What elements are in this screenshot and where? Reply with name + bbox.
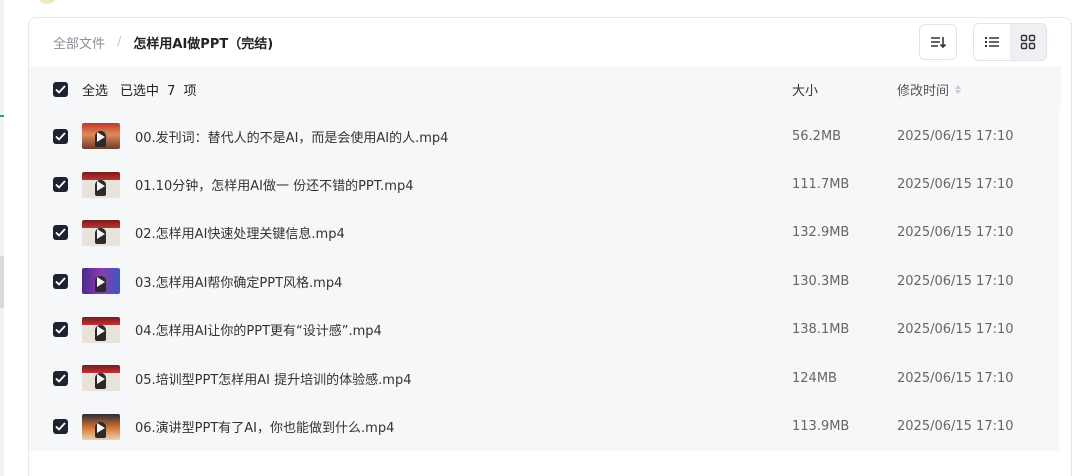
view-tools <box>919 23 1047 61</box>
row-checkbox[interactable] <box>53 177 68 193</box>
table-row[interactable]: 03.怎样用AI帮你确定PPT风格.mp4 130.3MB 2025/06/15… <box>29 257 1061 305</box>
video-thumbnail[interactable] <box>82 171 120 198</box>
row-checkbox[interactable] <box>53 322 68 338</box>
file-list-panel: 全部文件 / 怎样用AI做PPT（完结) 全选 已选中 7 项 大小 修改时间 … <box>28 17 1072 476</box>
file-name[interactable]: 01.10分钟，怎样用AI做一 份还不错的PPT.mp4 <box>135 175 413 194</box>
file-modified-time: 2025/06/15 17:10 <box>897 225 1014 241</box>
check-icon <box>55 228 66 238</box>
check-icon <box>55 374 66 383</box>
video-thumbnail[interactable] <box>82 365 120 392</box>
sort-caret-icon[interactable] <box>955 84 962 94</box>
list-view-icon <box>985 37 999 47</box>
row-checkbox[interactable] <box>53 225 68 241</box>
breadcrumb-root-link[interactable]: 全部文件 <box>53 33 105 52</box>
left-edge-marker <box>0 115 4 117</box>
file-name[interactable]: 03.怎样用AI帮你确定PPT风格.mp4 <box>135 272 342 291</box>
video-thumbnail[interactable] <box>82 219 120 246</box>
file-name[interactable]: 02.怎样用AI快速处理关键信息.mp4 <box>135 223 345 242</box>
row-checkbox[interactable] <box>53 419 68 435</box>
column-header-modified[interactable]: 修改时间 <box>897 80 962 99</box>
left-edge-strip <box>0 0 4 476</box>
file-name[interactable]: 06.演讲型PPT有了AI，你也能做到什么.mp4 <box>135 417 394 436</box>
file-modified-time: 2025/06/15 17:10 <box>897 370 1014 386</box>
sort-icon <box>931 37 947 49</box>
file-modified-time: 2025/06/15 17:10 <box>897 419 1014 435</box>
table-header: 全选 已选中 7 项 大小 修改时间 <box>29 66 1061 112</box>
check-icon <box>55 277 66 286</box>
table-row[interactable]: 01.10分钟，怎样用AI做一 份还不错的PPT.mp4 111.7MB 202… <box>29 160 1061 208</box>
file-modified-time: 2025/06/15 17:10 <box>897 322 1014 338</box>
grid-view-button[interactable] <box>1010 24 1046 60</box>
file-size: 130.3MB <box>792 273 850 289</box>
grid-view-icon <box>1020 34 1036 50</box>
table-row[interactable]: 04.怎样用AI让你的PPT更有“设计感”.mp4 138.1MB 2025/0… <box>29 306 1061 354</box>
video-thumbnail[interactable] <box>82 123 120 150</box>
file-list: 00.发刊词：替代人的不是AI，而是会使用AI的人.mp4 56.2MB 202… <box>29 112 1061 451</box>
left-edge-scroll-hint <box>0 256 4 308</box>
file-size: 124MB <box>792 370 837 386</box>
table-row[interactable]: 06.演讲型PPT有了AI，你也能做到什么.mp4 113.9MB 2025/0… <box>29 402 1061 450</box>
avatar-partial <box>36 0 58 4</box>
row-checkbox[interactable] <box>53 370 68 386</box>
check-icon <box>55 180 66 189</box>
file-name[interactable]: 04.怎样用AI让你的PPT更有“设计感”.mp4 <box>135 320 382 339</box>
breadcrumb-current-folder: 怎样用AI做PPT（完结) <box>133 36 274 52</box>
file-size: 113.9MB <box>792 419 850 435</box>
table-row[interactable]: 02.怎样用AI快速处理关键信息.mp4 132.9MB 2025/06/15 … <box>29 209 1061 257</box>
file-size: 132.9MB <box>792 225 850 241</box>
check-icon <box>55 132 66 141</box>
select-all-checkbox[interactable] <box>53 81 68 97</box>
view-toggle <box>973 23 1047 61</box>
table-row[interactable]: 00.发刊词：替代人的不是AI，而是会使用AI的人.mp4 56.2MB 202… <box>29 112 1061 160</box>
selection-count: 已选中 7 项 <box>120 83 197 99</box>
file-size: 56.2MB <box>792 128 842 144</box>
column-header-modified-label: 修改时间 <box>897 83 950 99</box>
select-all-label[interactable]: 全选 <box>82 80 108 99</box>
row-checkbox[interactable] <box>53 273 68 289</box>
video-thumbnail[interactable] <box>82 268 120 295</box>
file-name[interactable]: 05.培训型PPT怎样用AI 提升培训的体验感.mp4 <box>135 369 411 388</box>
breadcrumb-separator: / <box>117 34 122 50</box>
panel-header: 全部文件 / 怎样用AI做PPT（完结) <box>29 18 1071 66</box>
table-row[interactable]: 05.培训型PPT怎样用AI 提升培训的体验感.mp4 124MB 2025/0… <box>29 354 1061 402</box>
check-icon <box>55 325 66 335</box>
check-icon <box>55 84 66 94</box>
file-size: 111.7MB <box>792 177 850 193</box>
breadcrumb: 全部文件 / 怎样用AI做PPT（完结) <box>29 33 273 52</box>
check-icon <box>55 422 66 431</box>
file-modified-time: 2025/06/15 17:10 <box>897 273 1014 289</box>
list-view-button[interactable] <box>974 24 1010 60</box>
file-size: 138.1MB <box>792 322 850 338</box>
file-modified-time: 2025/06/15 17:10 <box>897 128 1014 144</box>
video-thumbnail[interactable] <box>82 316 120 343</box>
column-header-size[interactable]: 大小 <box>792 80 818 99</box>
sort-button[interactable] <box>919 24 957 60</box>
file-modified-time: 2025/06/15 17:10 <box>897 177 1014 193</box>
file-name[interactable]: 00.发刊词：替代人的不是AI，而是会使用AI的人.mp4 <box>135 127 448 146</box>
row-checkbox[interactable] <box>53 128 68 144</box>
scrollbar-track[interactable] <box>1059 110 1071 451</box>
video-thumbnail[interactable] <box>82 413 120 440</box>
